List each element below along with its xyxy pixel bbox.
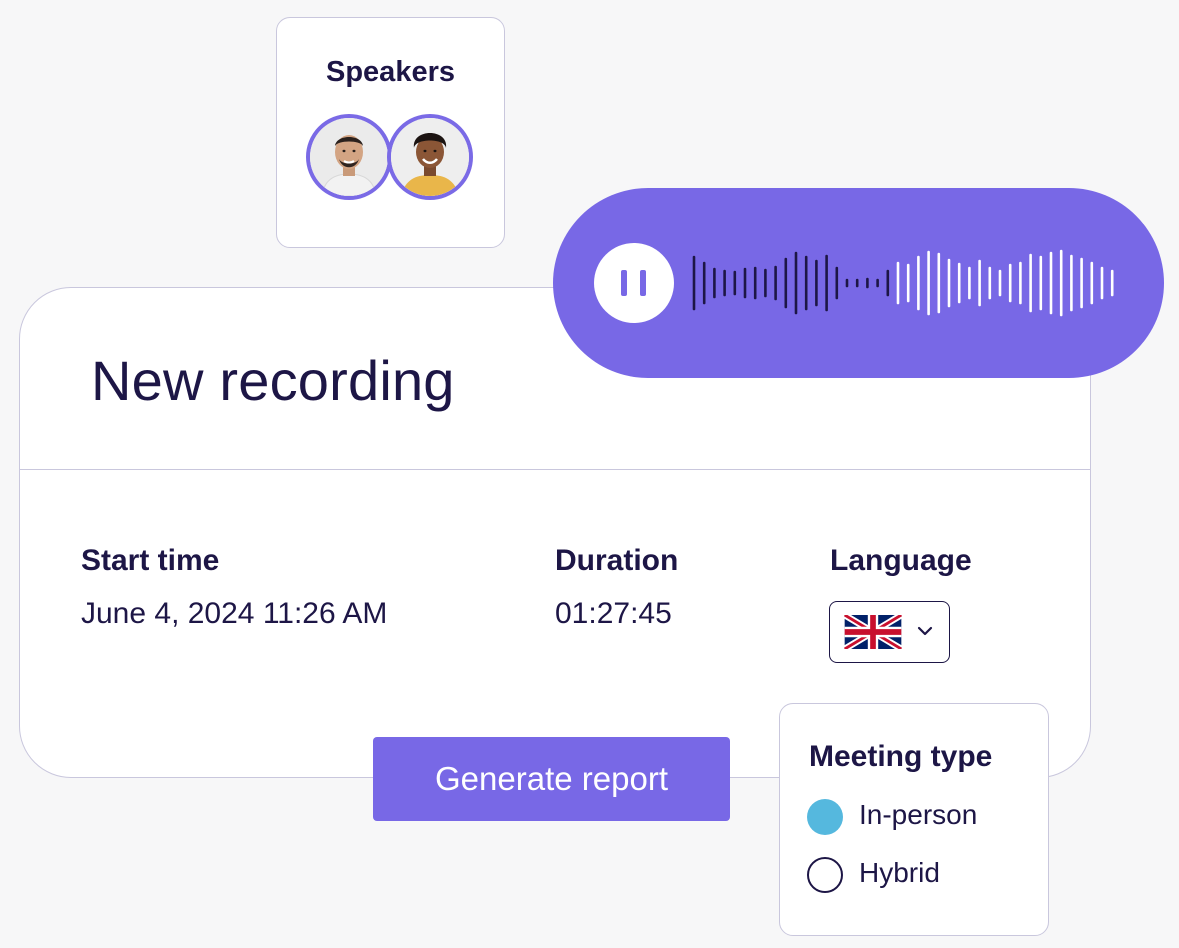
duration-label: Duration <box>555 544 679 577</box>
uk-flag-icon <box>844 615 902 649</box>
page-title: New recording <box>91 349 455 412</box>
waveform-icon <box>692 249 1114 317</box>
pause-icon <box>621 270 627 296</box>
duration-value: 01:27:45 <box>555 597 672 630</box>
meeting-type-title: Meeting type <box>809 740 993 773</box>
generate-report-button[interactable]: Generate report <box>373 737 730 821</box>
start-time-value: June 4, 2024 11:26 AM <box>81 597 388 630</box>
avatar[interactable] <box>387 114 473 200</box>
radio-label: Hybrid <box>859 857 940 888</box>
radio-label: In-person <box>859 799 978 830</box>
speakers-title: Speakers <box>326 56 455 88</box>
language-select[interactable] <box>829 601 950 663</box>
chevron-down-icon <box>917 626 933 636</box>
divider <box>20 469 1090 470</box>
radio-unchecked-icon[interactable] <box>807 857 843 893</box>
radio-checked-icon[interactable] <box>807 799 843 835</box>
start-time-label: Start time <box>81 544 220 577</box>
meeting-type-card: Meeting type In-person Hybrid <box>779 703 1049 936</box>
speaker-2-avatar-icon <box>391 118 469 196</box>
speakers-card: Speakers <box>276 17 505 248</box>
recording-control <box>553 188 1164 378</box>
language-label: Language <box>830 544 972 577</box>
speaker-1-avatar-icon <box>310 118 388 196</box>
pause-button[interactable] <box>594 243 674 323</box>
avatar[interactable] <box>306 114 392 200</box>
